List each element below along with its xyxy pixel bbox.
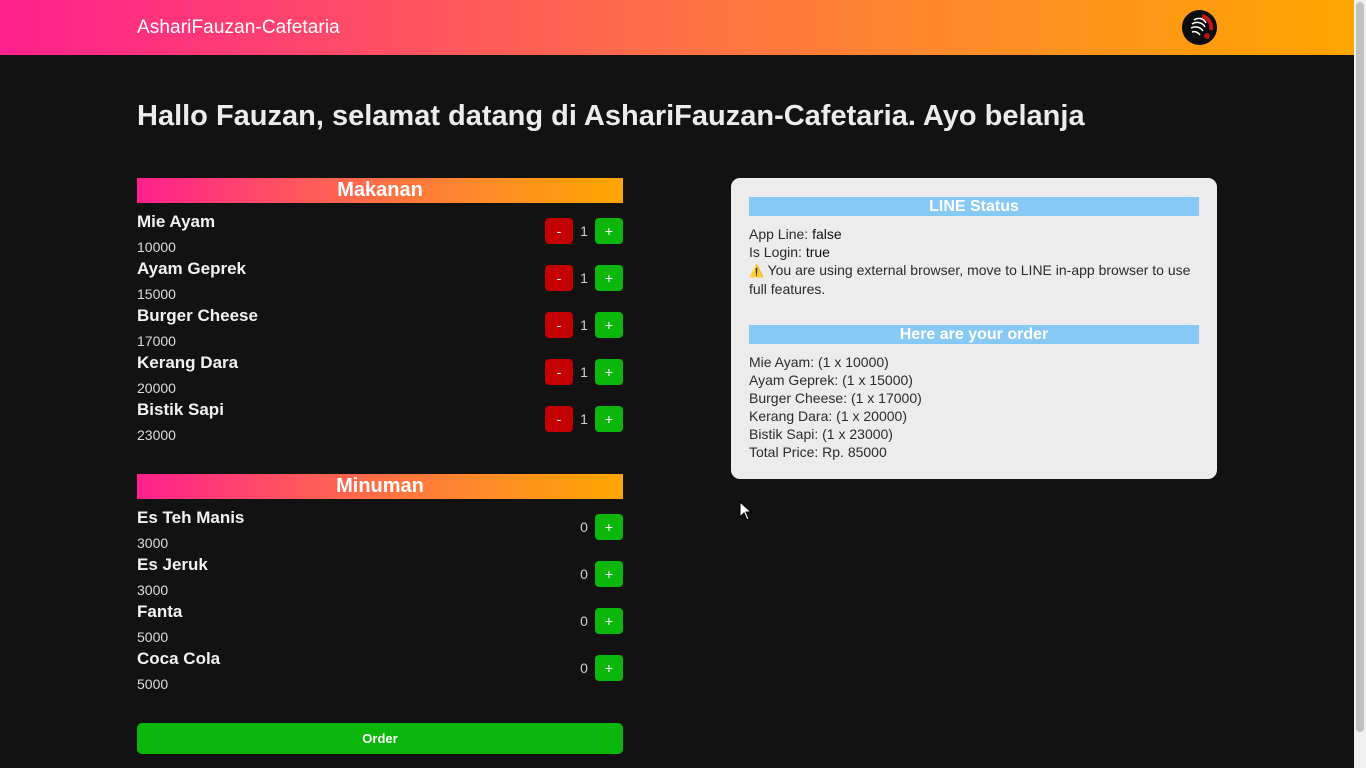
menu-item-kerang-dara: Kerang Dara 20000 - 1 + — [137, 353, 623, 400]
menu-item-ayam-geprek: Ayam Geprek 15000 - 1 + — [137, 259, 623, 306]
increment-button[interactable]: + — [595, 406, 623, 432]
menu-item-mie-ayam: Mie Ayam 10000 - 1 + — [137, 212, 623, 259]
mouse-cursor-icon — [739, 501, 753, 521]
minuman-header: Minuman — [137, 474, 623, 499]
quantity-value: 1 — [580, 411, 588, 427]
decrement-button[interactable]: - — [545, 218, 573, 244]
item-name: Mie Ayam — [137, 212, 216, 231]
increment-button[interactable]: + — [595, 561, 623, 587]
item-name: Es Jeruk — [137, 555, 208, 574]
menu-item-burger-cheese: Burger Cheese 17000 - 1 + — [137, 306, 623, 353]
user-avatar[interactable] — [1182, 10, 1217, 45]
item-name: Es Teh Manis — [137, 508, 245, 527]
avatar-image — [1182, 10, 1217, 45]
brand-title[interactable]: AshariFauzan-Cafetaria — [137, 17, 340, 39]
quantity-value: 1 — [580, 364, 588, 380]
quantity-value: 0 — [580, 519, 588, 535]
decrement-button[interactable]: - — [545, 265, 573, 291]
menu-item-bistik-sapi: Bistik Sapi 23000 - 1 + — [137, 400, 623, 447]
increment-button[interactable]: + — [595, 359, 623, 385]
menu-item-es-teh-manis: Es Teh Manis 3000 0 + — [137, 508, 623, 555]
line-status-header: LINE Status — [749, 197, 1199, 216]
order-line: Mie Ayam: (1 x 10000) — [749, 354, 889, 370]
quantity-controls: 0 + — [573, 561, 623, 587]
increment-button[interactable]: + — [595, 312, 623, 338]
decrement-button[interactable]: - — [545, 359, 573, 385]
item-price: 5000 — [137, 676, 169, 692]
order-line: Bistik Sapi: (1 x 23000) — [749, 426, 893, 442]
welcome-heading: Hallo Fauzan, selamat datang di AshariFa… — [137, 100, 1085, 132]
is-login-label: Is Login: — [749, 244, 806, 260]
item-price: 20000 — [137, 380, 176, 396]
is-login-value: true — [805, 244, 830, 260]
menu-item-coca-cola: Coca Cola 5000 0 + — [137, 649, 623, 696]
order-button[interactable]: Order — [137, 723, 623, 754]
item-price: 23000 — [137, 427, 176, 443]
increment-button[interactable]: + — [595, 514, 623, 540]
quantity-value: 1 — [580, 270, 588, 286]
quantity-controls: 0 + — [573, 655, 623, 681]
increment-button[interactable]: + — [595, 655, 623, 681]
external-browser-warning: ⚠️ You are using external browser, move … — [749, 261, 1199, 298]
total-price: Total Price: Rp. 85000 — [749, 444, 887, 460]
quantity-value: 1 — [580, 223, 588, 239]
order-line: Ayam Geprek: (1 x 15000) — [749, 372, 913, 388]
app-line-label: App Line: — [749, 226, 813, 242]
quantity-value: 0 — [580, 660, 588, 676]
order-line: Burger Cheese: (1 x 17000) — [749, 390, 922, 406]
scrollbar-thumb[interactable] — [1356, 2, 1364, 732]
increment-button[interactable]: + — [595, 218, 623, 244]
quantity-value: 0 — [580, 613, 588, 629]
quantity-controls: 0 + — [573, 514, 623, 540]
makanan-header: Makanan — [137, 178, 623, 203]
quantity-controls: 0 + — [573, 608, 623, 634]
item-name: Burger Cheese — [137, 306, 258, 325]
quantity-controls: - 1 + — [545, 265, 623, 291]
app-line-value: false — [812, 226, 842, 242]
item-price: 17000 — [137, 333, 176, 349]
warning-text: You are using external browser, move to … — [749, 262, 1191, 297]
top-navbar: AshariFauzan-Cafetaria — [0, 0, 1354, 55]
item-name: Kerang Dara — [137, 353, 239, 372]
item-name: Fanta — [137, 602, 183, 621]
quantity-controls: - 1 + — [545, 359, 623, 385]
menu-item-fanta: Fanta 5000 0 + — [137, 602, 623, 649]
status-order-panel: LINE Status App Line: false Is Login: tr… — [731, 178, 1217, 479]
app-line-status: App Line: false — [749, 225, 1199, 243]
order-summary-header: Here are your order — [749, 325, 1199, 344]
order-line: Kerang Dara: (1 x 20000) — [749, 408, 907, 424]
decrement-button[interactable]: - — [545, 312, 573, 338]
is-login-status: Is Login: true — [749, 243, 1199, 261]
decrement-button[interactable]: - — [545, 406, 573, 432]
item-price: 15000 — [137, 286, 176, 302]
menu-item-es-jeruk: Es Jeruk 3000 0 + — [137, 555, 623, 602]
quantity-value: 1 — [580, 317, 588, 333]
item-price: 5000 — [137, 629, 169, 645]
item-price: 3000 — [137, 535, 169, 551]
warning-icon: ⚠️ — [749, 264, 764, 278]
quantity-controls: - 1 + — [545, 312, 623, 338]
item-name: Coca Cola — [137, 649, 221, 668]
increment-button[interactable]: + — [595, 608, 623, 634]
item-name: Bistik Sapi — [137, 400, 224, 419]
increment-button[interactable]: + — [595, 265, 623, 291]
item-price: 10000 — [137, 239, 176, 255]
item-name: Ayam Geprek — [137, 259, 246, 278]
quantity-value: 0 — [580, 566, 588, 582]
quantity-controls: - 1 + — [545, 406, 623, 432]
item-price: 3000 — [137, 582, 169, 598]
quantity-controls: - 1 + — [545, 218, 623, 244]
